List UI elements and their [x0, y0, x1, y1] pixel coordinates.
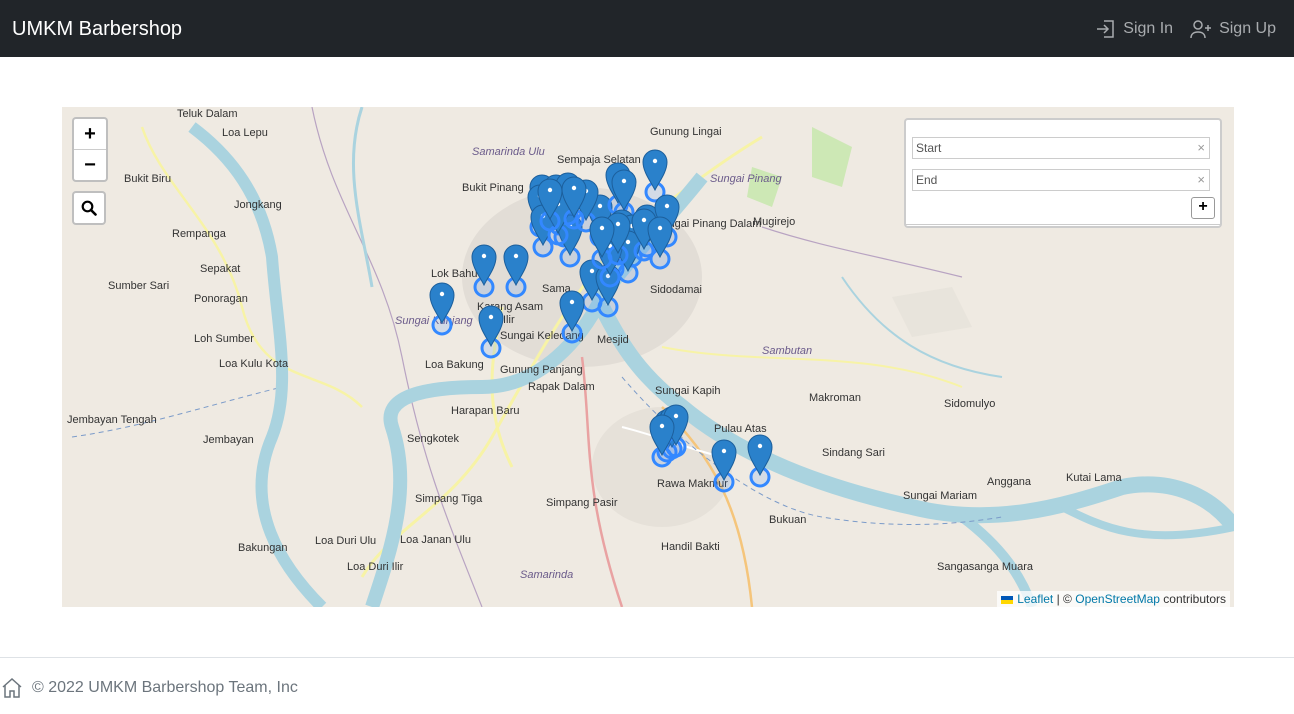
place-label: Pulau Atas — [714, 423, 767, 435]
barbershop-marker[interactable] — [747, 434, 773, 488]
place-label: Sempaja Selatan — [557, 154, 641, 166]
nav-links: Sign In Sign Up — [1095, 0, 1294, 57]
place-label: Sumber Sari — [108, 280, 169, 292]
navbar: UMKM Barbershop Sign In Sign Up — [0, 0, 1294, 57]
place-label: Sepakat — [200, 263, 240, 275]
place-label: Bukit Pinang — [462, 182, 524, 194]
place-label: Loa Kulu Kota — [219, 358, 289, 370]
map-attribution: Leaflet | © OpenStreetMap contributors — [997, 591, 1230, 607]
ukraine-flag-icon — [1001, 595, 1014, 604]
place-label: Harapan Baru — [451, 405, 520, 417]
barbershop-marker[interactable] — [649, 414, 675, 468]
place-label: Loa Lepu — [222, 127, 268, 139]
place-label: Loa Janan Ulu — [400, 534, 471, 546]
attribution-separator: | © — [1056, 592, 1072, 606]
barbershop-marker[interactable] — [559, 290, 585, 344]
place-label: Bakungan — [238, 542, 288, 554]
sign-up-link[interactable]: Sign Up — [1189, 18, 1276, 40]
barbershop-marker[interactable] — [711, 439, 737, 493]
place-label: Sindang Sari — [822, 447, 885, 459]
routing-divider — [906, 224, 1220, 225]
place-label: Loh Sumber — [194, 333, 254, 345]
place-label: Sengkotek — [407, 433, 459, 445]
place-label: Rapak Dalam — [528, 381, 595, 393]
brand-link[interactable]: UMKM Barbershop — [12, 16, 182, 42]
routing-panel: × × + — [904, 118, 1222, 228]
place-label: Loa Duri Ilir — [347, 561, 404, 573]
attribution-suffix: contributors — [1163, 592, 1226, 606]
place-label: Loa Bakung — [425, 359, 484, 371]
barbershop-marker[interactable] — [503, 244, 529, 298]
search-icon — [81, 200, 97, 216]
end-field: × — [912, 169, 1210, 191]
barbershop-marker[interactable] — [478, 305, 504, 359]
box-arrow-in-right-icon — [1097, 19, 1115, 38]
place-label: Sungai Kapih — [655, 385, 720, 397]
place-label: Ilir — [503, 314, 515, 326]
place-label: Simpang Tiga — [415, 493, 483, 505]
place-label: Jembayan Tengah — [67, 414, 157, 426]
zoom-in-button[interactable]: + — [74, 119, 106, 150]
place-label: Simpang Pasir — [546, 497, 618, 509]
place-label: Makroman — [809, 392, 861, 404]
add-waypoint-button[interactable]: + — [1191, 197, 1215, 219]
person-plus-icon — [1190, 19, 1212, 38]
leaflet-link[interactable]: Leaflet — [1017, 592, 1053, 606]
place-label: Gunung Panjang — [500, 364, 583, 376]
place-label: Sidomulyo — [944, 398, 995, 410]
place-label: Bukit Biru — [124, 173, 171, 185]
place-label: Sidodamai — [650, 284, 702, 296]
map-container[interactable]: Teluk Dalam Loa Lepu Bukit Biru Jongkang Rem… — [62, 107, 1234, 607]
place-label: Handil Bakti — [661, 541, 720, 553]
clear-start-button[interactable]: × — [1197, 138, 1205, 158]
barbershop-marker[interactable] — [471, 244, 497, 298]
place-label: Jongkang — [234, 199, 282, 211]
place-label: Sambutan — [762, 345, 812, 357]
place-label: Sangasanga Muara — [937, 561, 1034, 573]
sign-in-link[interactable]: Sign In — [1095, 18, 1173, 40]
place-label: Teluk Dalam — [177, 108, 238, 120]
barbershop-marker[interactable] — [642, 149, 668, 203]
place-label: Bukuan — [769, 514, 806, 526]
zoom-control: + − — [72, 117, 108, 182]
place-label: Samarinda Ulu — [472, 146, 545, 158]
zoom-out-button[interactable]: − — [74, 150, 106, 180]
footer: © 2022 UMKM Barbershop Team, Inc — [0, 676, 298, 700]
sign-in-label: Sign In — [1123, 19, 1174, 37]
place-label: Samarinda — [520, 569, 573, 581]
footer-copyright: © 2022 UMKM Barbershop Team, Inc — [32, 679, 298, 696]
barbershop-marker[interactable] — [537, 178, 563, 232]
house-icon[interactable] — [0, 676, 24, 700]
place-label: Mesjid — [597, 334, 629, 346]
start-input[interactable] — [916, 138, 1186, 158]
footer-divider — [0, 657, 1294, 658]
place-label: Ponoragan — [194, 293, 248, 305]
place-label: Anggana — [987, 476, 1032, 488]
place-label: Rempanga — [172, 228, 227, 240]
sign-up-label: Sign Up — [1219, 19, 1276, 37]
barbershop-marker[interactable] — [561, 176, 587, 230]
barbershop-marker[interactable] — [429, 282, 455, 336]
place-label: Kutai Lama — [1066, 472, 1123, 484]
barbershop-marker[interactable] — [589, 216, 615, 270]
place-label: Sungai Pinang — [710, 173, 782, 185]
place-label: Loa Duri Ulu — [315, 535, 376, 547]
osm-link[interactable]: OpenStreetMap — [1075, 592, 1160, 606]
clear-end-button[interactable]: × — [1197, 170, 1205, 190]
place-label: Jembayan — [203, 434, 254, 446]
end-input[interactable] — [916, 170, 1186, 190]
barbershop-marker[interactable] — [647, 216, 673, 270]
map-search-button[interactable] — [72, 191, 106, 225]
place-label: Gunung Lingai — [650, 126, 722, 138]
start-field: × — [912, 137, 1210, 159]
place-label: Sungai Mariam — [903, 490, 977, 502]
place-label: Lok Bahu — [431, 268, 477, 280]
